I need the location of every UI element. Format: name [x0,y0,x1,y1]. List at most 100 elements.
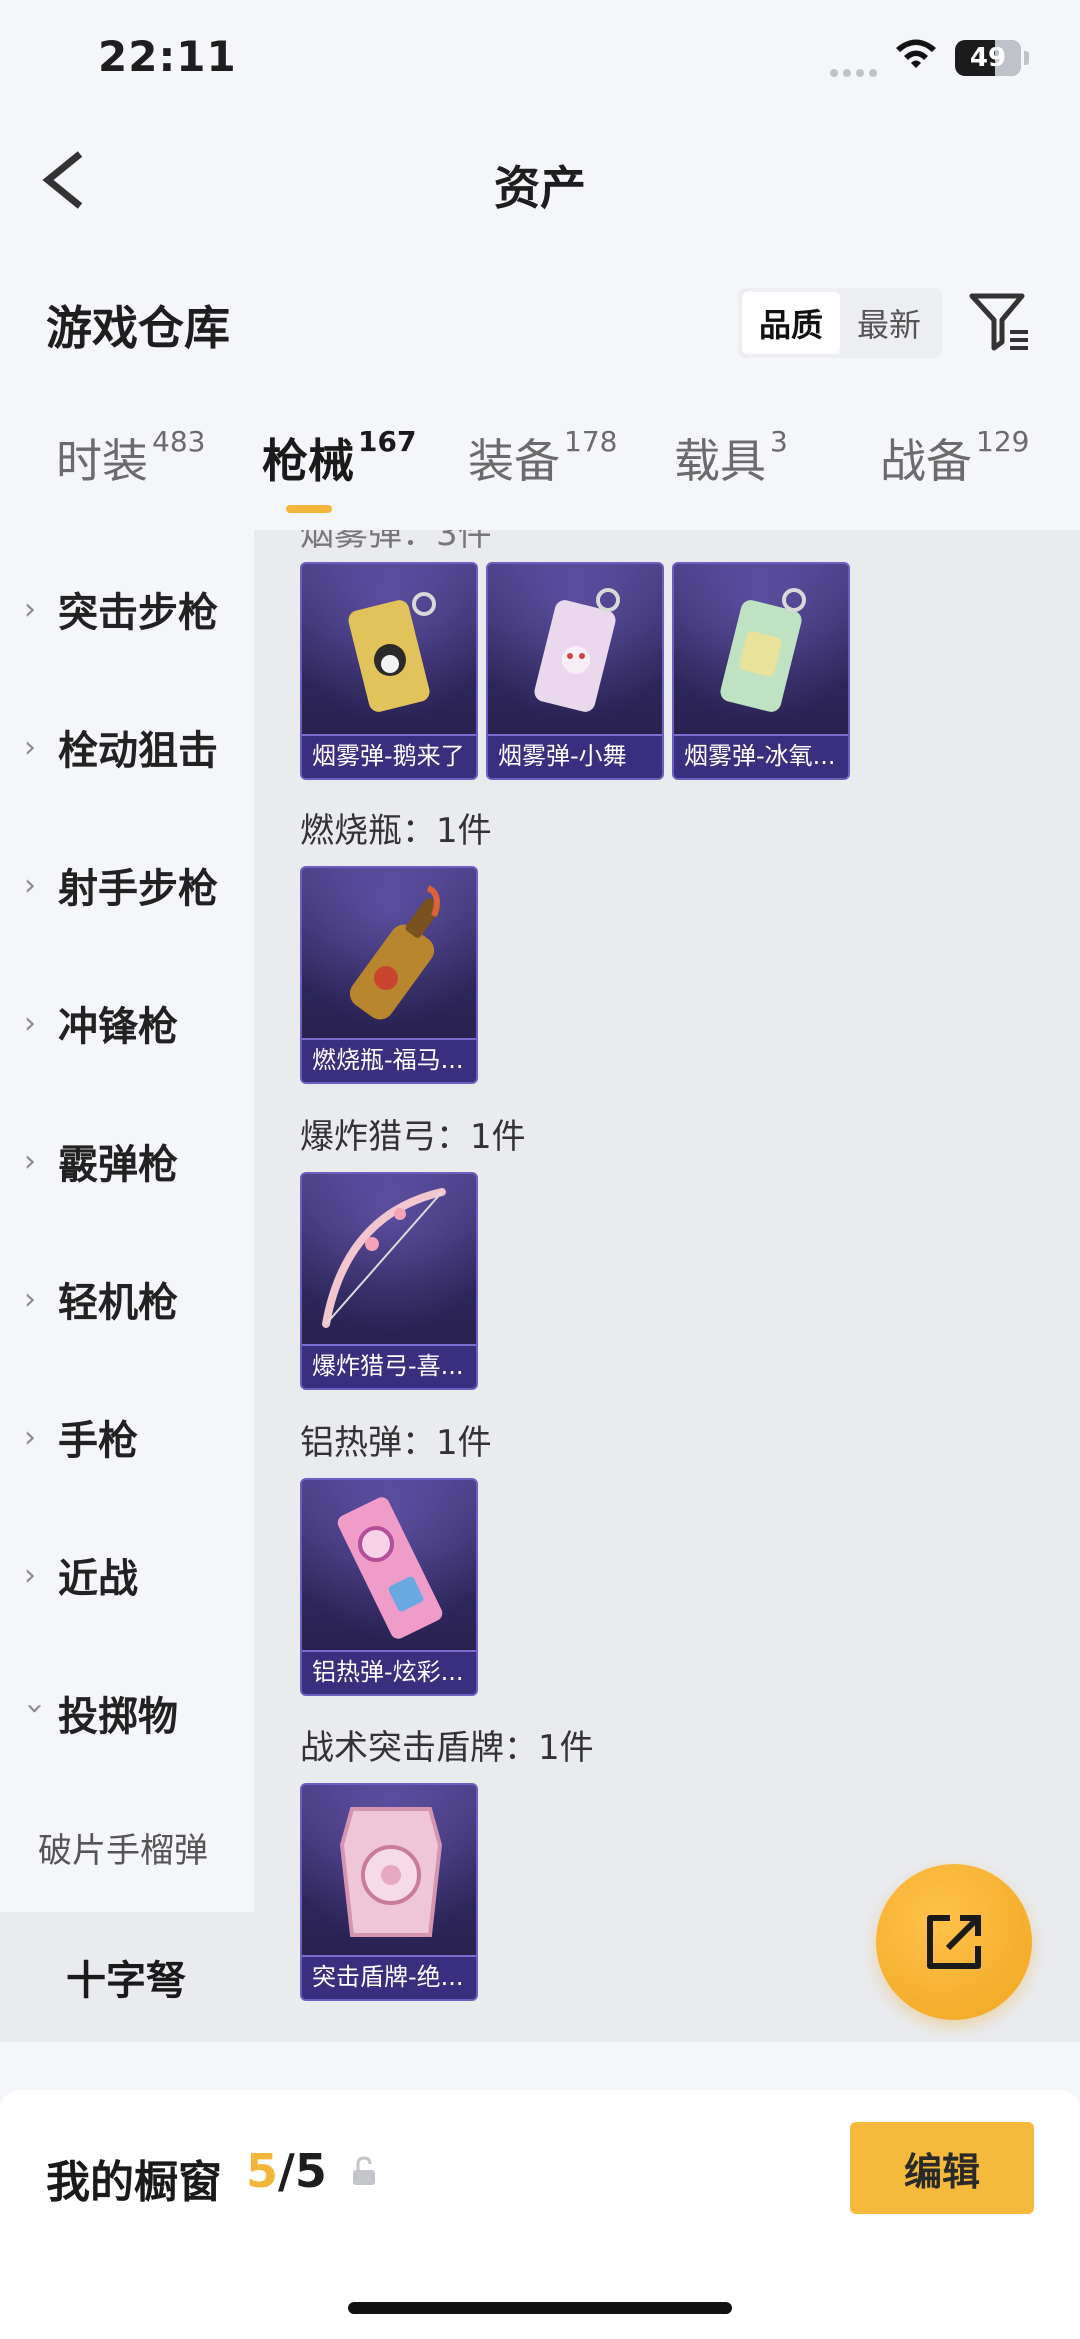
showcase-current: 5 [246,2144,279,2198]
item-card[interactable]: 烟雾弹-鹅来了 [300,562,478,780]
tab-label: 载具 [674,434,766,488]
sort-toggle: 品质 最新 [738,288,942,358]
showcase-count: 5/5 [246,2144,327,2198]
page-title: 资产 [494,161,586,215]
item-card-label: 烟雾弹-冰氧... [674,734,848,778]
hunting-bow-icon [322,1188,446,1328]
share-button[interactable] [876,1864,1032,2020]
group-title: 爆炸猎弓：1件 [300,1117,526,1157]
item-card[interactable]: 突击盾牌-绝... [300,1783,478,2001]
smoke-grenade-icon [534,588,620,712]
assault-shield-icon [339,1807,443,1937]
sidebar-subitem-label: 十字弩 [66,1958,186,2004]
sidebar-item-lmg[interactable]: › 轻机枪 [0,1244,254,1354]
chevron-right-icon: › [24,867,36,903]
item-card-label: 铝热弹-炫彩... [302,1650,476,1694]
item-card[interactable]: 燃烧瓶-福马... [300,866,478,1084]
sidebar-item-smg[interactable]: › 冲锋枪 [0,968,254,1078]
wifi-icon [896,39,936,68]
tab-count: 129 [976,425,1030,458]
sidebar-item-label: 射手步枪 [58,866,218,912]
home-indicator [348,2302,732,2314]
sort-newest-button[interactable]: 最新 [840,292,938,354]
item-card[interactable]: 烟雾弹-小舞 [486,562,664,780]
group-title: 烟雾弹：3件 [300,530,492,554]
tab-label: 装备 [468,434,560,488]
smoke-grenade-icon [720,588,806,712]
category-tabs: 时装 483 枪械 167 装备 178 载具 3 战备 129 [0,425,1080,530]
tab-firearms[interactable]: 枪械 167 [262,425,416,491]
sidebar-subitem-crossbow[interactable]: 十字弩 [0,1912,254,2042]
sidebar-subitem-frag-grenade[interactable]: 破片手榴弹 [0,1792,254,1902]
item-card[interactable]: 烟雾弹-冰氧... [672,562,850,780]
group-title: 燃烧瓶：1件 [300,811,492,851]
chevron-right-icon: › [24,1557,36,1593]
item-card-label: 烟雾弹-小舞 [488,734,662,778]
external-link-icon [927,1915,981,1969]
sidebar-item-assault-rifle[interactable]: › 突击步枪 [0,554,254,664]
sidebar-item-label: 近战 [58,1556,138,1602]
chevron-down-icon: › [17,1702,53,1714]
status-time: 22:11 [98,32,237,81]
battery-icon: 49 [955,40,1021,76]
sidebar-item-melee[interactable]: › 近战 [0,1520,254,1630]
group-title: 铝热弹：1件 [300,1423,492,1463]
weapon-category-sidebar: › 突击步枪 › 栓动狙击 › 射手步枪 › 冲锋枪 › 霰弹枪 › 轻机枪 ›… [0,530,254,1912]
chevron-right-icon: › [24,1419,36,1455]
sidebar-subitem-crossbow-row: 十字弩 [0,1922,254,2032]
tab-count: 483 [152,425,206,458]
item-card[interactable]: 铝热弹-炫彩... [300,1478,478,1696]
sidebar-item-label: 冲锋枪 [58,1004,178,1050]
sort-quality-button[interactable]: 品质 [742,292,840,354]
warehouse-title: 游戏仓库 [46,301,230,355]
nav-bar: 资产 [0,120,1080,240]
status-bar: 22:11 49 [0,0,1080,120]
chevron-right-icon: › [24,1281,36,1317]
showcase-label: 我的橱窗 [46,2157,222,2208]
tab-vehicles[interactable]: 载具 3 [674,425,788,491]
item-card-label: 突击盾牌-绝... [302,1955,476,1999]
molotov-icon [349,885,441,1020]
tab-supplies[interactable]: 战备 129 [880,425,1029,491]
sidebar-item-label: 栓动狙击 [58,728,218,774]
item-grid: 烟雾弹：3件 烟雾弹-鹅来了 烟雾弹-小舞 烟雾弹-冰氧... 燃烧瓶：1件 燃… [254,530,1080,2042]
sidebar-item-shotgun[interactable]: › 霰弹枪 [0,1106,254,1216]
battery-tip [1024,51,1029,65]
sidebar-item-marksman-rifle[interactable]: › 射手步枪 [0,830,254,940]
filter-icon[interactable] [968,290,1032,354]
tab-count: 178 [564,425,618,458]
unlock-icon [353,2156,375,2185]
sidebar-item-pistol[interactable]: › 手枪 [0,1382,254,1492]
tab-label: 战备 [880,434,972,488]
sidebar-item-label: 投掷物 [58,1694,178,1740]
warehouse-header: 游戏仓库 品质 最新 [0,270,1080,380]
sidebar-item-label: 手枪 [58,1418,138,1464]
sidebar-item-label: 突击步枪 [58,590,218,636]
sidebar-subitem-label: 破片手榴弹 [38,1830,208,1871]
tab-count: 167 [358,425,417,458]
showcase-total: /5 [278,2144,327,2198]
active-tab-indicator [286,505,332,513]
sidebar-item-throwables[interactable]: › 投掷物 [0,1658,254,1768]
sidebar-item-label: 霰弹枪 [58,1142,178,1188]
tab-label: 时装 [56,434,148,488]
chevron-right-icon: › [24,591,36,627]
item-card-label: 爆炸猎弓-喜... [302,1344,476,1388]
item-card[interactable]: 爆炸猎弓-喜... [300,1172,478,1390]
item-card-label: 燃烧瓶-福马... [302,1038,476,1082]
smoke-grenade-icon [348,592,436,712]
chevron-right-icon: › [24,1143,36,1179]
signal-icon [830,62,882,77]
tab-label: 枪械 [262,434,354,488]
sidebar-item-label: 轻机枪 [58,1280,178,1326]
battery-level: 49 [969,43,1007,73]
thermite-grenade-icon [337,1497,443,1639]
sidebar-item-bolt-sniper[interactable]: › 栓动狙击 [0,692,254,802]
chevron-right-icon: › [24,729,36,765]
tab-equipment[interactable]: 装备 178 [468,425,617,491]
tab-count: 3 [770,425,788,458]
edit-button[interactable]: 编辑 [850,2122,1034,2214]
chevron-right-icon: › [24,1005,36,1041]
item-card-label: 烟雾弹-鹅来了 [302,734,476,778]
tab-fashion[interactable]: 时装 483 [56,425,205,491]
